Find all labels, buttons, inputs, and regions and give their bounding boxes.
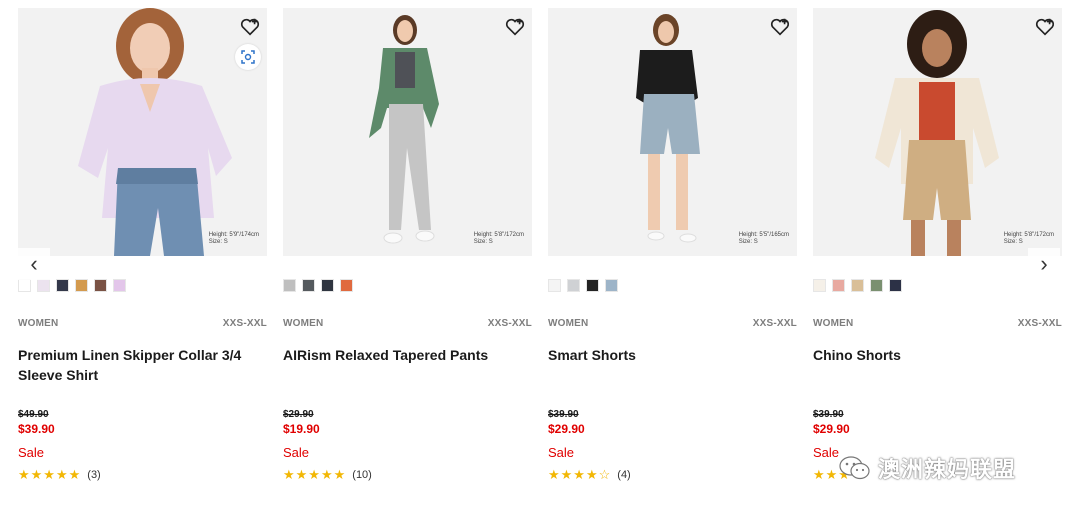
star-rating: ★★★★★ — [18, 467, 82, 482]
sale-flag: Sale — [18, 445, 45, 460]
product-image[interactable]: Height: 5'5"/165cm Size: S — [548, 8, 797, 256]
sale-flag: Sale — [813, 445, 840, 460]
add-to-wishlist-icon[interactable] — [504, 16, 526, 38]
product-card[interactable]: Height: 5'5"/165cm Size: S WOMEN XXS-XXL… — [548, 8, 797, 508]
chevron-right-icon: › — [1040, 251, 1048, 276]
visual-search-icon[interactable] — [235, 44, 261, 70]
color-swatches — [18, 279, 126, 293]
model-size-note: Height: 5'9"/174cm Size: S — [208, 232, 259, 245]
gender-label: WOMEN — [18, 318, 59, 329]
color-swatch[interactable] — [302, 279, 315, 292]
color-swatch[interactable] — [283, 279, 296, 292]
original-price: $29.90 — [283, 409, 314, 420]
add-to-wishlist-icon[interactable] — [239, 16, 261, 38]
color-swatches — [283, 279, 353, 293]
color-swatch[interactable] — [889, 279, 902, 292]
wechat-icon — [839, 456, 870, 480]
carousel-prev-button[interactable]: ‹ — [18, 248, 50, 280]
original-price: $39.90 — [813, 409, 844, 420]
product-card[interactable]: Height: 5'9"/174cm Size: S WOMEN XXS-XXL… — [18, 8, 267, 508]
size-range: XXS-XXL — [487, 318, 532, 329]
sale-price: $19.90 — [283, 422, 320, 436]
color-swatches — [548, 279, 618, 293]
color-swatch[interactable] — [340, 279, 353, 292]
color-swatch[interactable] — [870, 279, 883, 292]
rating: ★★★★☆ (4) — [548, 467, 631, 483]
product-name[interactable]: Smart Shorts — [548, 345, 797, 365]
star-rating: ★★★★★ — [283, 467, 347, 482]
sale-price: $29.90 — [548, 422, 585, 436]
review-count: (3) — [87, 469, 101, 481]
product-image[interactable]: Height: 5'9"/174cm Size: S — [18, 8, 267, 256]
star-rating: ★★★★☆ — [548, 467, 612, 482]
color-swatch[interactable] — [813, 279, 826, 292]
gender-label: WOMEN — [813, 318, 854, 329]
original-price: $39.90 — [548, 409, 579, 420]
model-size-note: Height: 5'8"/172cm Size: S — [473, 232, 524, 245]
color-swatch[interactable] — [605, 279, 618, 292]
watermark-text: 澳洲辣妈联盟 — [878, 457, 1017, 482]
model-size-note: Height: 5'5"/165cm Size: S — [738, 232, 789, 245]
product-name[interactable]: Premium Linen Skipper Collar 3/4 Sleeve … — [18, 345, 267, 385]
color-swatch[interactable] — [56, 279, 69, 292]
size-range: XXS-XXL — [222, 318, 267, 329]
sale-price: $39.90 — [18, 422, 55, 436]
sale-price: $29.90 — [813, 422, 850, 436]
color-swatch[interactable] — [18, 279, 31, 292]
product-image[interactable]: Height: 5'8"/172cm Size: S — [813, 8, 1062, 256]
add-to-wishlist-icon[interactable] — [769, 16, 791, 38]
color-swatch[interactable] — [548, 279, 561, 292]
review-count: (10) — [352, 469, 372, 481]
sale-flag: Sale — [548, 445, 575, 460]
color-swatch[interactable] — [37, 279, 50, 292]
size-range: XXS-XXL — [752, 318, 797, 329]
color-swatch[interactable] — [851, 279, 864, 292]
chevron-left-icon: ‹ — [30, 251, 38, 276]
product-card[interactable]: Height: 5'8"/172cm Size: S WOMEN XXS-XXL… — [813, 8, 1062, 508]
sale-flag: Sale — [283, 445, 310, 460]
watermark: 澳洲辣妈联盟 — [838, 452, 1016, 484]
color-swatch[interactable] — [567, 279, 580, 292]
gender-label: WOMEN — [548, 318, 589, 329]
review-count: (4) — [617, 469, 631, 481]
rating: ★★★★★ (10) — [283, 467, 372, 483]
product-name[interactable]: Chino Shorts — [813, 345, 1062, 365]
product-image[interactable]: Height: 5'8"/172cm Size: S — [283, 8, 532, 256]
product-name[interactable]: AIRism Relaxed Tapered Pants — [283, 345, 532, 365]
color-swatch[interactable] — [94, 279, 107, 292]
rating: ★★★★★ (3) — [18, 467, 101, 483]
color-swatches — [813, 279, 902, 293]
size-range: XXS-XXL — [1017, 318, 1062, 329]
color-swatch[interactable] — [586, 279, 599, 292]
gender-label: WOMEN — [283, 318, 324, 329]
product-card[interactable]: Height: 5'8"/172cm Size: S WOMEN XXS-XXL… — [283, 8, 532, 508]
color-swatch[interactable] — [832, 279, 845, 292]
color-swatch[interactable] — [321, 279, 334, 292]
color-swatch[interactable] — [75, 279, 88, 292]
color-swatch[interactable] — [113, 279, 126, 292]
add-to-wishlist-icon[interactable] — [1034, 16, 1056, 38]
original-price: $49.90 — [18, 409, 49, 420]
model-size-note: Height: 5'8"/172cm Size: S — [1003, 232, 1054, 245]
carousel-next-button[interactable]: › — [1028, 248, 1060, 280]
